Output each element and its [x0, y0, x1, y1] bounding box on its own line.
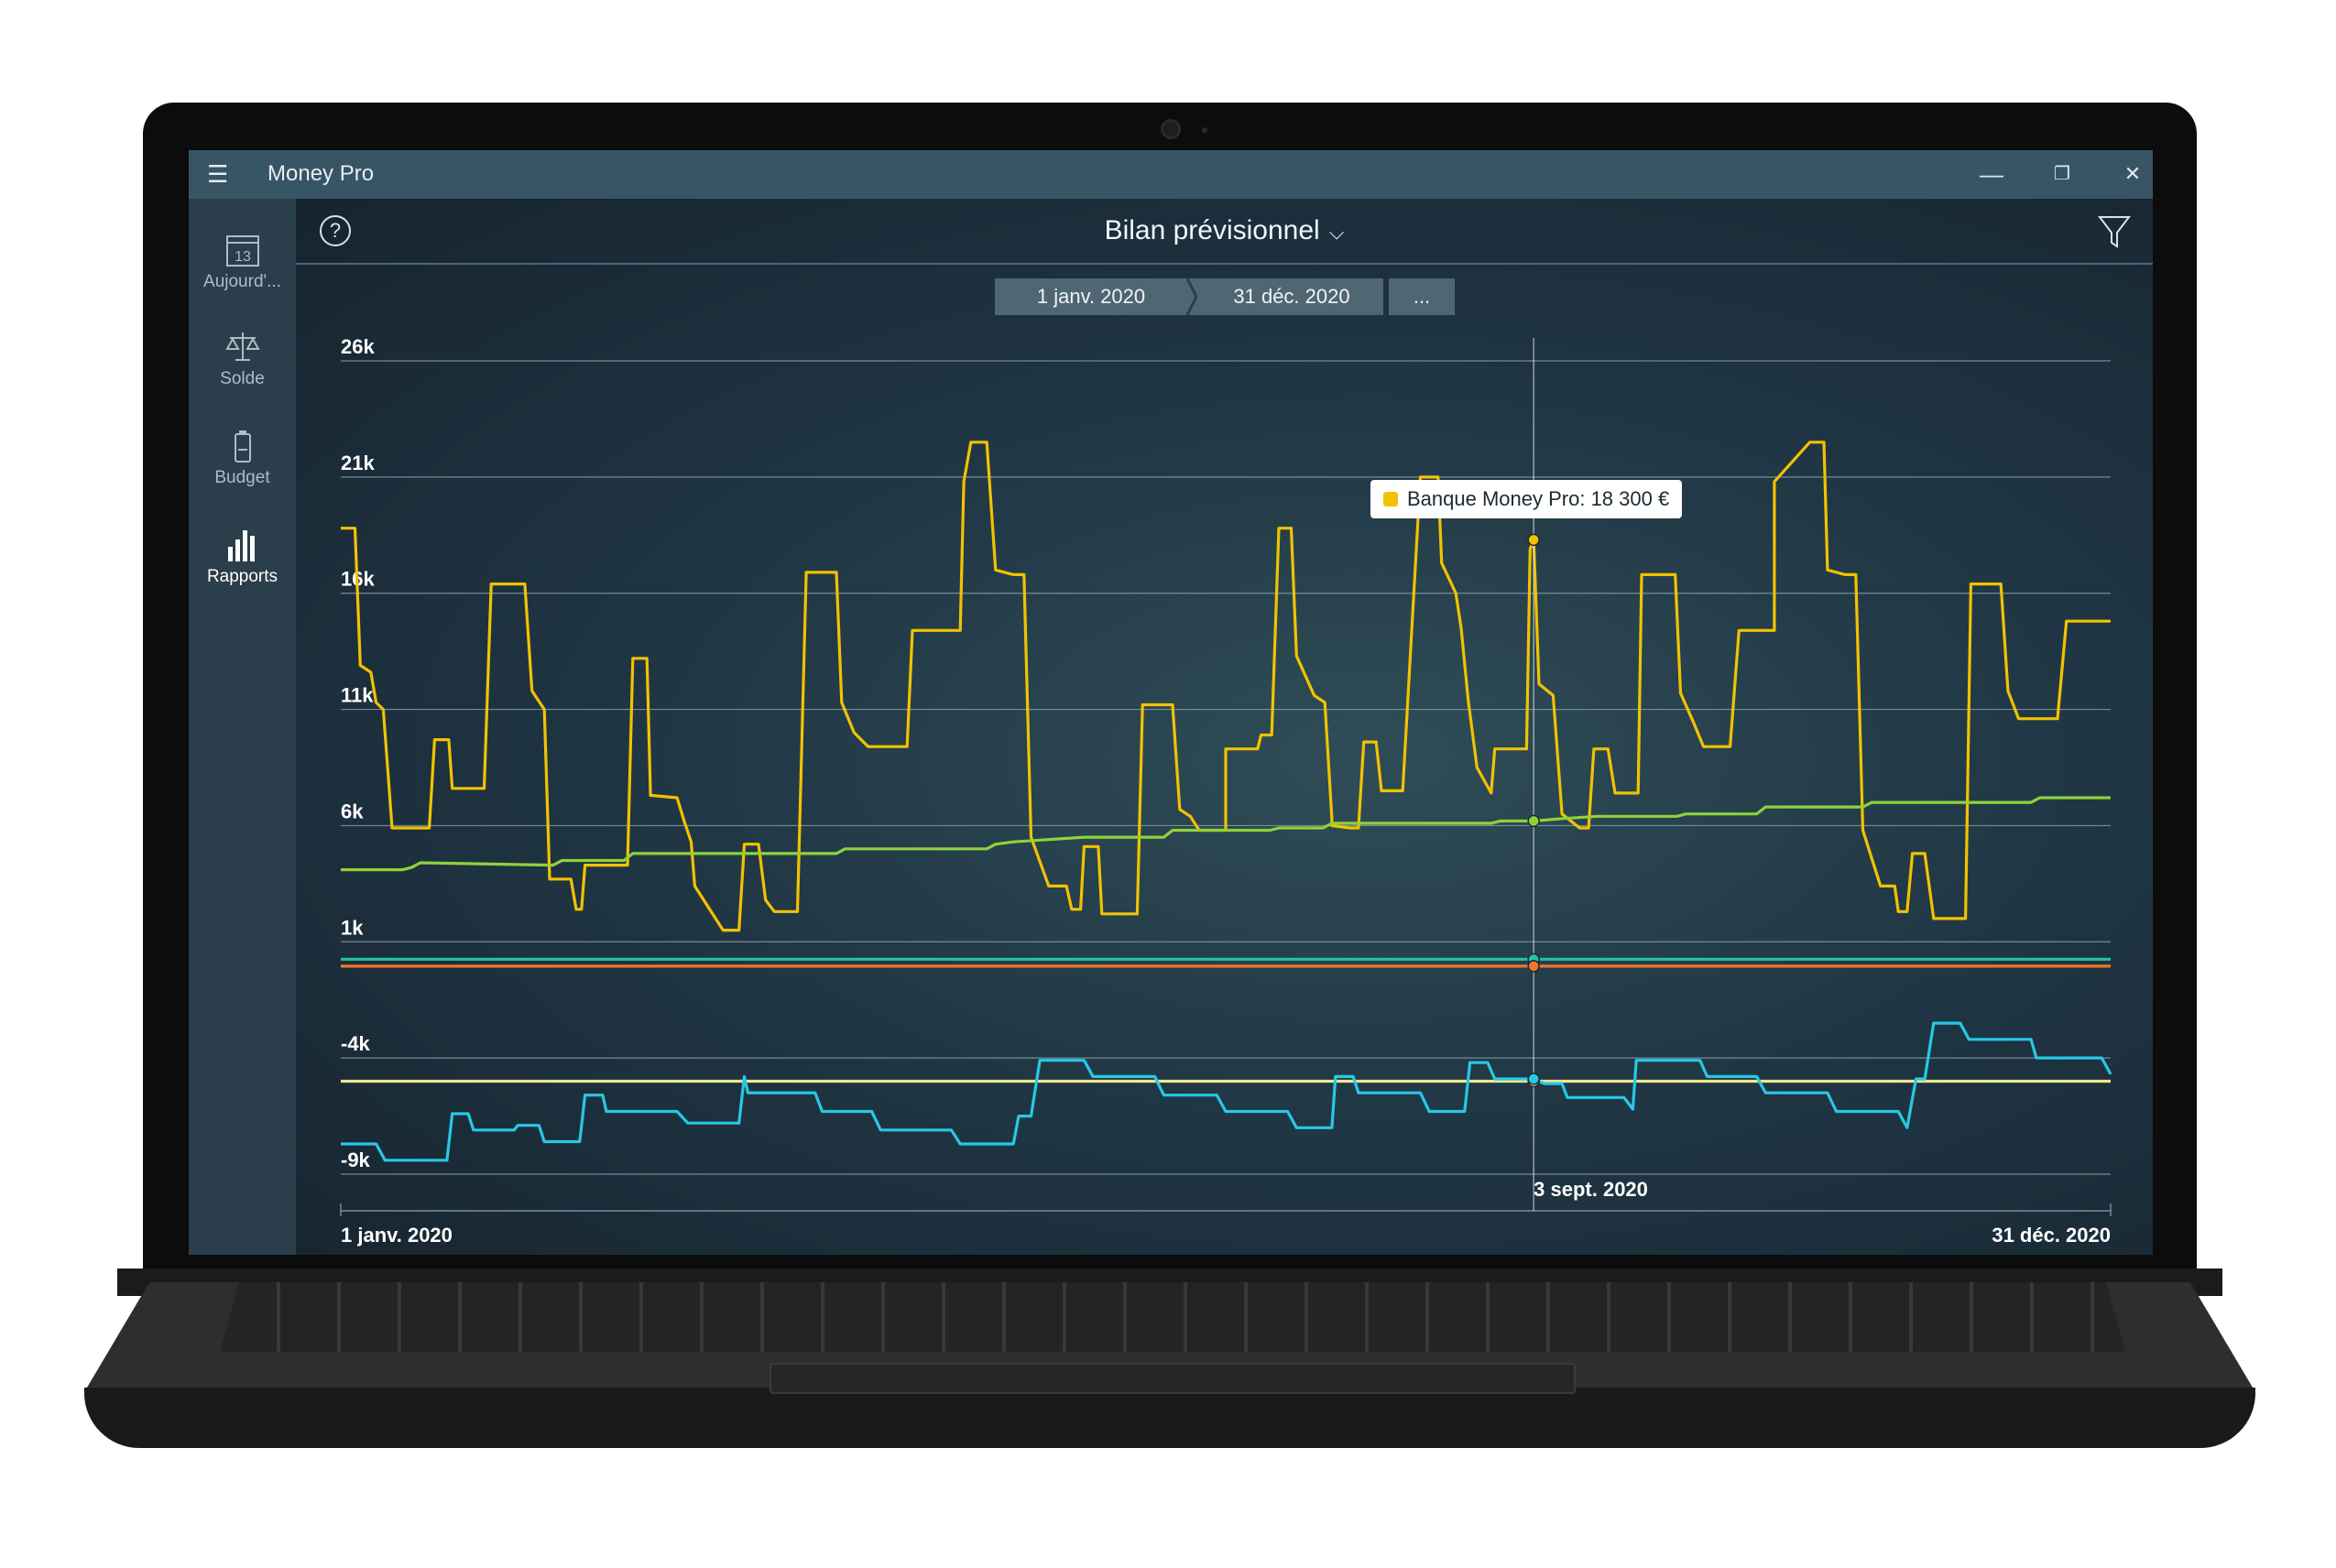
y-tick-label: -4k [341, 1032, 371, 1055]
cursor-marker [1527, 960, 1540, 973]
cursor-marker [1527, 1073, 1540, 1085]
cursor-marker [1527, 533, 1540, 547]
chart-tooltip: Banque Money Pro: 18 300 € [1370, 480, 1683, 518]
y-tick-label: 26k [341, 335, 375, 358]
y-tick-label: 11k [341, 684, 374, 707]
keyboard [220, 1282, 2125, 1352]
app-window: ☰ Money Pro — ❐ ✕ 13 Aujourd'... Solde B… [189, 150, 2153, 1255]
webcam [1161, 119, 1181, 139]
trackpad [770, 1363, 1576, 1394]
y-tick-label: 21k [341, 452, 375, 474]
y-tick-label: -9k [341, 1149, 371, 1171]
series-line-5 [341, 1021, 2112, 1162]
laptop-base-edge [84, 1388, 2255, 1448]
cursor-marker [1527, 814, 1540, 828]
forecast-chart[interactable]: 26k21k16k11k6k1k-4k-9k1 janv. 2020 31 déc… [189, 150, 2153, 1255]
tooltip-color-swatch [1383, 492, 1398, 506]
x-tick-label-end: 31 déc. 2020 [1992, 1224, 2111, 1247]
series-line-0 [341, 441, 2111, 932]
tooltip-text: Banque Money Pro: 18 300 € [1407, 487, 1670, 510]
cursor-date-label: 3 sept. 2020 [1534, 1178, 1648, 1201]
y-tick-label: 1k [341, 916, 364, 939]
x-tick-label-start: 1 janv. 2020 [341, 1224, 453, 1247]
y-tick-label: 6k [341, 800, 364, 822]
webcam-light [1202, 127, 1207, 133]
